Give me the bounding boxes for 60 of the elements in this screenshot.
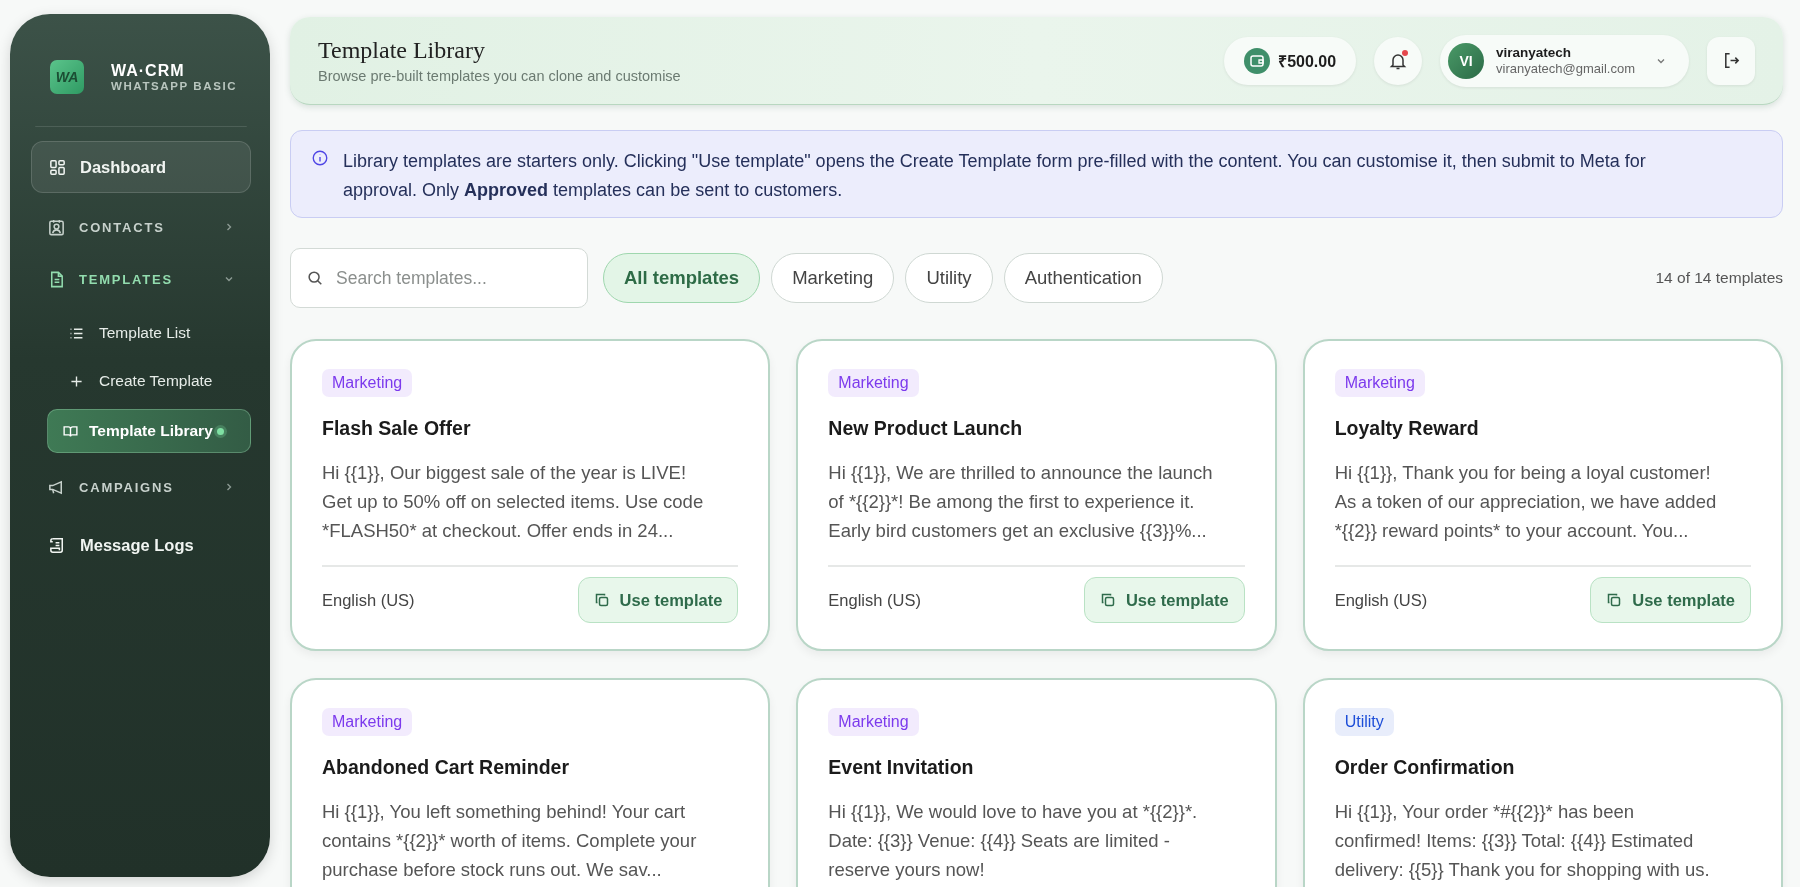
filter-chip[interactable]: Marketing bbox=[771, 253, 895, 303]
template-title: Order Confirmation bbox=[1334, 756, 1515, 779]
user-name: viranyatech bbox=[1496, 45, 1573, 60]
template-body: Hi {{1}}, We are thrilled to announce the launch of *{{2}}*! Be among the first to experience it. Early bird customers get an exclusive {{3}}%... bbox=[828, 461, 1214, 543]
nav-section[interactable]: CONTACTS bbox=[31, 207, 251, 247]
contact-card-icon bbox=[47, 217, 66, 237]
wallet-icon bbox=[1244, 47, 1271, 74]
filter-chip[interactable]: Utility bbox=[905, 253, 993, 303]
category-tag: Utility bbox=[1334, 708, 1394, 736]
category-tag: Marketing bbox=[1334, 369, 1425, 397]
grid-icon bbox=[48, 157, 67, 177]
nav-subitem[interactable]: Template List bbox=[47, 311, 251, 355]
user-menu[interactable]: VI viranyatech viranyatech@gmail.com bbox=[1440, 34, 1689, 87]
logo-icon: WA bbox=[50, 60, 84, 94]
brand-name: WA·CRM bbox=[111, 62, 186, 80]
use-template-button[interactable]: Use template bbox=[1083, 577, 1245, 623]
info-text: Library templates are starters only. Clicking "Use template" opens the Create Template form pre-filled with the content. You can customise it, then submit to Meta for approval. Only Approved templates can be sent to customers. bbox=[343, 150, 1647, 202]
template-title: Loyalty Reward bbox=[1334, 417, 1479, 440]
avatar: VI bbox=[1448, 42, 1485, 79]
wallet-balance[interactable]: ₹500.00 bbox=[1224, 36, 1357, 85]
nav-section[interactable]: CAMPAIGNS bbox=[31, 467, 251, 507]
nav-item[interactable]: Message Logs bbox=[31, 519, 251, 571]
search-icon bbox=[306, 269, 324, 287]
active-dot-icon bbox=[216, 427, 224, 435]
template-language: English (US) bbox=[322, 590, 415, 610]
copy-icon bbox=[1099, 592, 1116, 608]
page-subtitle: Browse pre-built templates you can clone and customise bbox=[318, 68, 681, 84]
info-icon bbox=[311, 149, 329, 167]
template-title: Abandoned Cart Reminder bbox=[322, 756, 570, 779]
nav-section[interactable]: TEMPLATES bbox=[31, 259, 251, 299]
nav-subitem[interactable]: Create Template bbox=[47, 359, 251, 403]
template-body: Hi {{1}}, We would love to have you at *{{2}}*. Date: {{3}} Venue: {{4}} Seats are limited - reserve yours now! bbox=[828, 800, 1199, 882]
copy-icon bbox=[1606, 592, 1623, 608]
use-template-button[interactable]: Use template bbox=[577, 577, 739, 623]
user-email: viranyatech@gmail.com bbox=[1496, 61, 1635, 76]
page-title: Template Library bbox=[318, 37, 486, 64]
template-language: English (US) bbox=[1334, 590, 1428, 610]
copy-icon bbox=[593, 592, 610, 608]
search-field[interactable]: Search templates... bbox=[290, 248, 588, 308]
notifications-button[interactable] bbox=[1374, 36, 1423, 85]
use-template-button[interactable]: Use template bbox=[1590, 577, 1751, 623]
nav-subitem[interactable]: Template Library bbox=[47, 409, 251, 453]
template-body: Hi {{1}}, Our biggest sale of the year is LIVE! Get up to 50% off on selected items. Use code *FLASH50* at checkout. Offer ends in 24... bbox=[322, 461, 705, 543]
template-body: Hi {{1}}, Thank you for being a loyal customer! As a token of our appreciation, we have added *{{2}} reward points* to your account. You... bbox=[1334, 461, 1718, 543]
category-tag: Marketing bbox=[322, 369, 413, 397]
nav-item[interactable]: Dashboard bbox=[31, 141, 251, 193]
template-title: Event Invitation bbox=[828, 756, 974, 779]
template-title: Flash Sale Offer bbox=[322, 417, 471, 440]
category-tag: Marketing bbox=[322, 708, 413, 736]
template-language: English (US) bbox=[828, 590, 921, 610]
category-tag: Marketing bbox=[828, 369, 919, 397]
template-count: 14 of 14 templates bbox=[1655, 269, 1783, 287]
logout-button[interactable] bbox=[1707, 36, 1755, 85]
plan-label: WHATSAPP BASIC bbox=[111, 80, 238, 92]
template-title: New Product Launch bbox=[828, 417, 1023, 440]
filter-chip[interactable]: All templates bbox=[603, 253, 761, 303]
template-body: Hi {{1}}, Your order *#{{2}}* has been confirmed! Items: {{3}} Total: {{4}} Estimated delivery: {{5}} Thank you for shopping with us. bbox=[1334, 800, 1711, 882]
filter-chip[interactable]: Authentication bbox=[1003, 253, 1163, 303]
template-body: Hi {{1}}, You left something behind! Your cart contains *{{2}}* worth of items. Complete your purchase before stock runs out. We sav... bbox=[322, 800, 698, 882]
category-tag: Marketing bbox=[828, 708, 919, 736]
